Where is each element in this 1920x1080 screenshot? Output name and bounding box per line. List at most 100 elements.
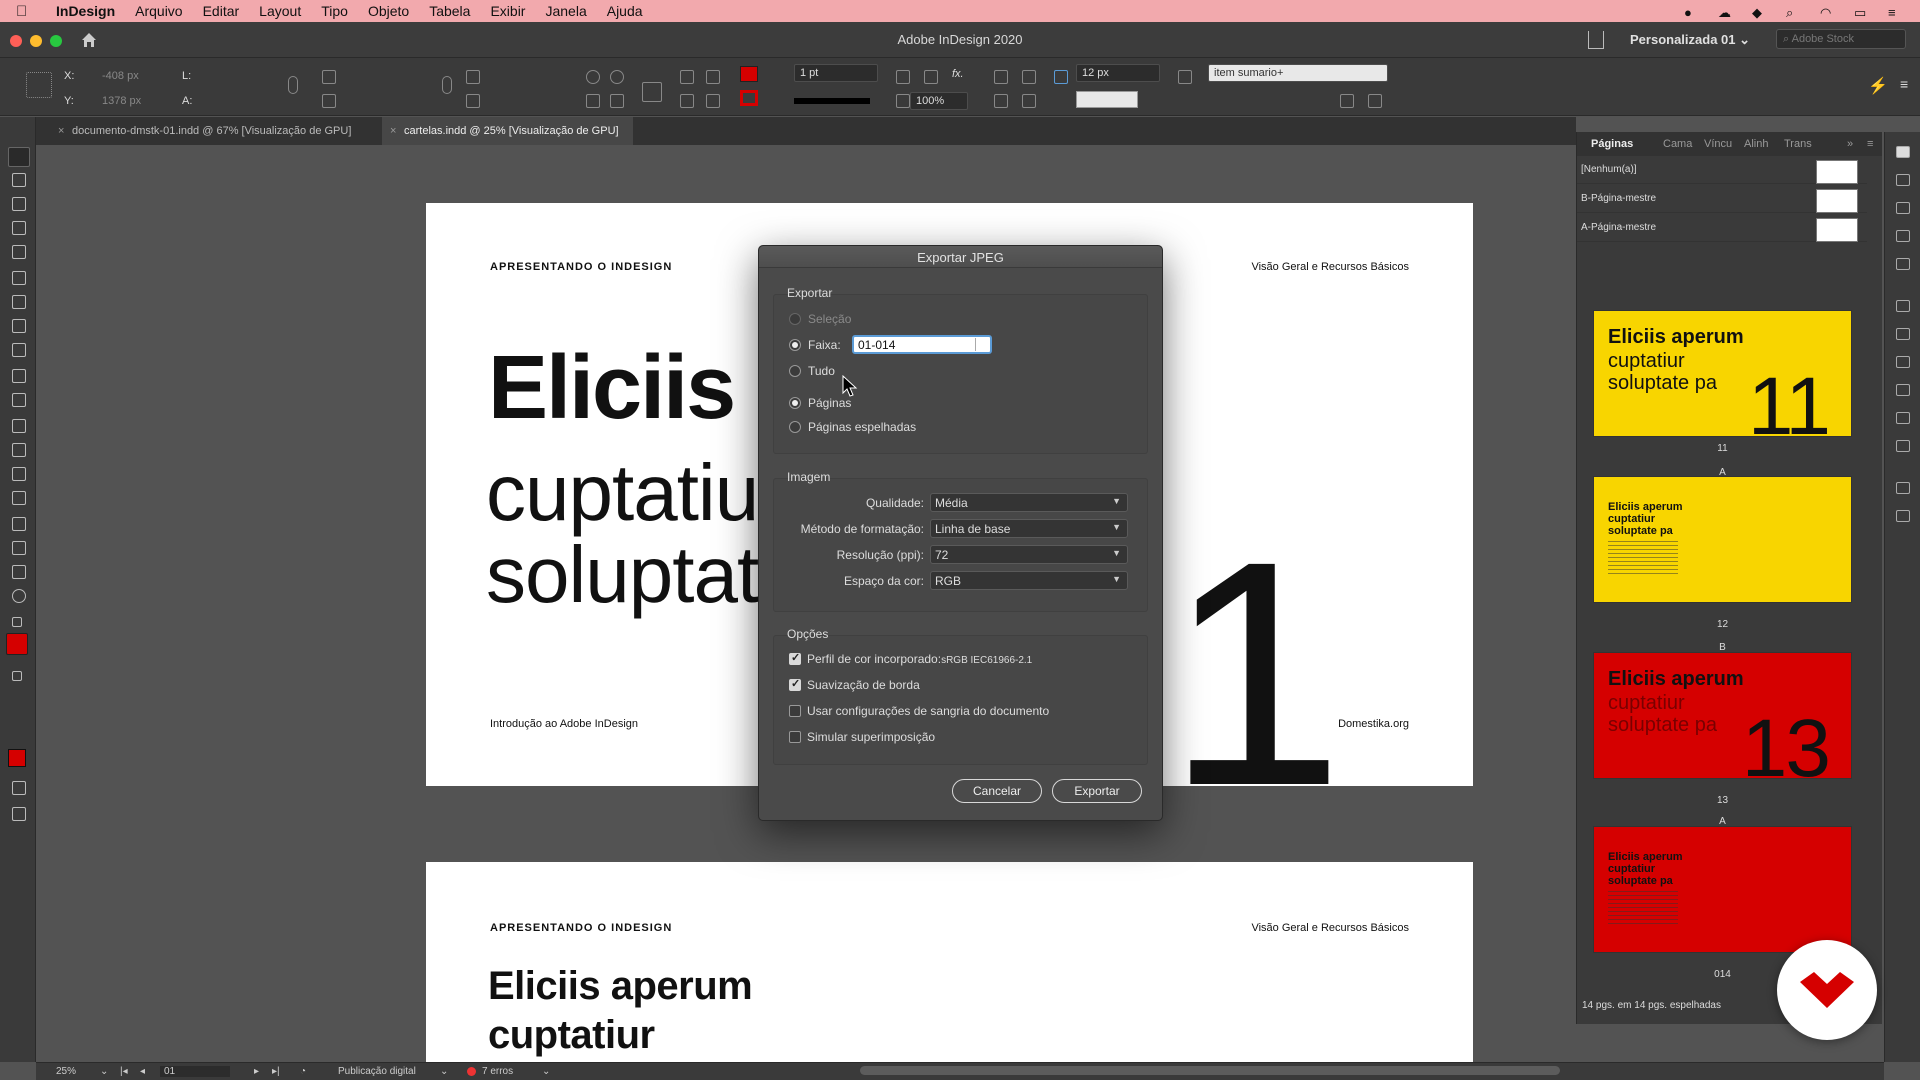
scissors-tool-icon[interactable]: [12, 419, 26, 433]
shear-angle-icon[interactable]: [466, 94, 480, 108]
text-wrap-icon[interactable]: [1896, 440, 1910, 452]
close-tab-icon[interactable]: ×: [58, 125, 64, 137]
select-prev-icon[interactable]: [706, 70, 720, 84]
default-colors-icon[interactable]: [12, 617, 22, 627]
apply-color-icon[interactable]: [8, 749, 26, 767]
glyphs-icon[interactable]: [1896, 412, 1910, 424]
lightning-icon[interactable]: ⚡: [1868, 76, 1888, 96]
search-icon[interactable]: ⌕: [1786, 5, 1804, 20]
align-panel-icon[interactable]: [1896, 230, 1910, 242]
page-thumb-014[interactable]: Eliciis aperum cuptatiur soluptate pa: [1593, 826, 1852, 953]
direct-selection-tool-icon[interactable]: [12, 173, 26, 187]
preflight-profile[interactable]: Publicação digital: [338, 1066, 416, 1077]
scale-y-icon[interactable]: [322, 94, 336, 108]
content-collector-icon[interactable]: [12, 245, 26, 259]
radio-spreads[interactable]: [789, 421, 801, 433]
fill-stroke-swatch[interactable]: [6, 633, 28, 655]
scale-link-icon[interactable]: [442, 76, 452, 94]
zoom-tool-icon[interactable]: [12, 589, 26, 603]
pencil-tool-icon[interactable]: [12, 343, 26, 357]
opacity-field[interactable]: 100%: [910, 92, 968, 110]
wifi-icon[interactable]: ◠: [1820, 5, 1838, 20]
range-input[interactable]: 01-014: [852, 335, 992, 354]
type-tool-icon[interactable]: [12, 271, 26, 285]
flip-vertical-icon[interactable]: [610, 94, 624, 108]
share-icon[interactable]: [1588, 31, 1604, 49]
menu-arquivo[interactable]: Arquivo: [135, 3, 182, 19]
line-tool-icon[interactable]: [12, 295, 26, 309]
scale-x-icon[interactable]: [322, 70, 336, 84]
selection-tool-icon[interactable]: [8, 147, 30, 167]
hand-tool-icon[interactable]: [12, 565, 26, 579]
last-page-icon[interactable]: ▸|: [272, 1066, 280, 1077]
reference-point-icon[interactable]: [26, 72, 52, 98]
pages-panel-icon[interactable]: [1896, 146, 1910, 158]
object-styles-icon[interactable]: [1896, 482, 1910, 494]
menu-tabela[interactable]: Tabela: [429, 3, 470, 19]
eyedropper-tool-icon[interactable]: [12, 541, 26, 555]
stroke-swatch[interactable]: [740, 90, 758, 106]
screen-mode-icon[interactable]: [12, 807, 26, 821]
links-panel-icon[interactable]: [1896, 202, 1910, 214]
cancel-button[interactable]: Cancelar: [952, 779, 1042, 803]
paragraph-p-icon[interactable]: [642, 82, 662, 102]
rotate-cw-icon[interactable]: [586, 70, 600, 84]
preflight-chevron-icon[interactable]: ⌄: [440, 1066, 448, 1077]
menu-exibir[interactable]: Exibir: [490, 3, 525, 19]
export-button[interactable]: Exportar: [1052, 779, 1142, 803]
tab-align[interactable]: Alinh: [1744, 138, 1768, 150]
errors-chevron-icon[interactable]: ⌄: [542, 1066, 550, 1077]
apple-menu-icon[interactable]: : [16, 3, 42, 20]
drop-shadow-icon[interactable]: [924, 70, 938, 84]
menu-janela[interactable]: Janela: [545, 3, 586, 19]
zoom-chevron-icon[interactable]: ⌄: [100, 1066, 108, 1077]
gradient-feather-tool-icon[interactable]: [12, 491, 26, 505]
tab-documento[interactable]: × documento-dmstk-01.indd @ 67% [Visuali…: [50, 117, 365, 145]
tab-pages[interactable]: Páginas: [1591, 138, 1633, 150]
y-field[interactable]: 1378 px: [102, 95, 141, 107]
panel-expand-icon[interactable]: »: [1847, 138, 1853, 150]
view-mode-icon[interactable]: [12, 781, 26, 795]
paragraph-icon[interactable]: [1896, 356, 1910, 368]
clear-overrides-icon[interactable]: [1340, 94, 1354, 108]
character-icon[interactable]: [1896, 384, 1910, 396]
colorspace-select[interactable]: RGB ▼: [930, 571, 1128, 590]
close-tab-icon[interactable]: ×: [390, 125, 396, 137]
fx-effects-icon[interactable]: fx.: [952, 68, 964, 80]
fill-swatch[interactable]: [740, 66, 758, 82]
frame-fitting-icon[interactable]: [896, 70, 910, 84]
radio-range[interactable]: [789, 339, 801, 351]
pen-tool-icon[interactable]: [12, 319, 26, 333]
menu-ajuda[interactable]: Ajuda: [607, 3, 643, 19]
page-thumb-13[interactable]: Eliciis aperum cuptatiur soluptate pa 13: [1593, 652, 1852, 779]
select-container-icon[interactable]: [680, 70, 694, 84]
menu-objeto[interactable]: Objeto: [368, 3, 409, 19]
adobe-stock-search-input[interactable]: ⌕ Adobe Stock: [1776, 29, 1906, 49]
flip-horizontal-icon[interactable]: [586, 94, 600, 108]
x-field[interactable]: -408 px: [102, 70, 139, 82]
opacity-icon[interactable]: [896, 94, 910, 108]
radio-all[interactable]: [789, 365, 801, 377]
transform-panel-icon[interactable]: [1896, 258, 1910, 270]
checkbox-bleed[interactable]: [789, 705, 801, 717]
distribute-space-icon[interactable]: [1022, 94, 1036, 108]
gradient-swatch-tool-icon[interactable]: [12, 467, 26, 481]
format-select[interactable]: Linha de base ▼: [930, 519, 1128, 538]
formatting-container-icon[interactable]: [12, 671, 22, 681]
resolution-select[interactable]: 72 ▼: [930, 545, 1128, 564]
character-styles-icon[interactable]: [1896, 300, 1910, 312]
page-thumb-11[interactable]: Eliciis aperum cuptatiur soluptate pa 11: [1593, 310, 1852, 437]
dropbox-icon[interactable]: ◆: [1752, 5, 1770, 20]
page-tool-icon[interactable]: [12, 197, 26, 211]
gap-tool-icon[interactable]: [12, 221, 26, 235]
select-content-icon[interactable]: [680, 94, 694, 108]
object-style-dropdown[interactable]: item sumario+: [1208, 64, 1388, 82]
spacing-field[interactable]: 12 px: [1076, 64, 1160, 82]
tab-cartelas[interactable]: × cartelas.indd @ 25% [Visualização de G…: [382, 117, 633, 145]
record-icon[interactable]: ●: [1684, 5, 1702, 20]
select-next-icon[interactable]: [706, 94, 720, 108]
menu-app[interactable]: InDesign: [56, 3, 115, 19]
radio-pages[interactable]: [789, 397, 801, 409]
creative-cloud-icon[interactable]: ☁: [1718, 5, 1736, 20]
tab-transform[interactable]: Trans: [1784, 138, 1812, 150]
